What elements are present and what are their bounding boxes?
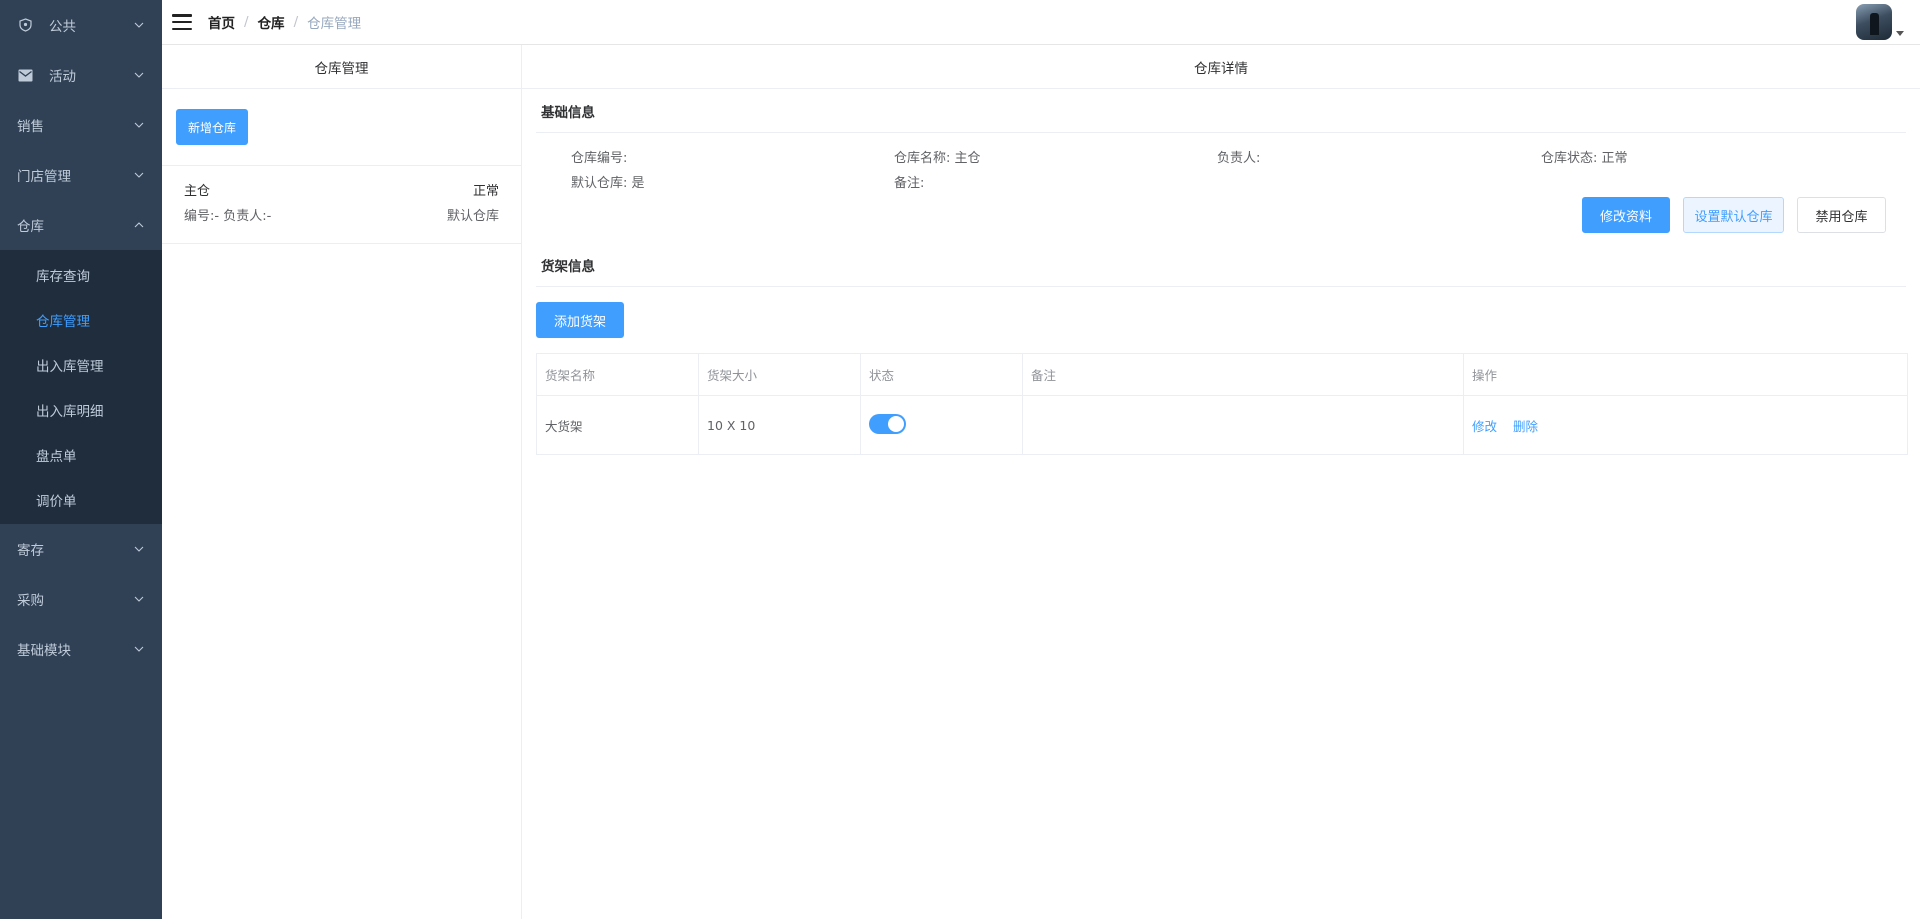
breadcrumb-home[interactable]: 首页 — [208, 12, 235, 32]
shield-icon — [17, 17, 33, 33]
warehouse-submenu: 库存查询 仓库管理 出入库管理 出入库明细 盘点单 调价单 — [0, 250, 162, 524]
sidebar-item-label: 公共 — [49, 19, 76, 35]
submenu-item-stocktake[interactable]: 盘点单 — [0, 432, 162, 477]
field-remark: 备注: — [894, 176, 925, 191]
chevron-down-icon — [134, 120, 144, 130]
column-header-shelf-size: 货架大小 — [698, 353, 861, 396]
chevron-up-icon — [134, 220, 144, 230]
field-warehouse-code: 仓库编号: — [571, 151, 628, 166]
basic-info-grid: 仓库编号: 仓库名称: 主仓 负责人: 仓库状态: 正常 默认仓库: 是 备注:… — [536, 133, 1906, 243]
breadcrumb-separator: / — [293, 14, 299, 30]
mail-icon — [17, 67, 33, 83]
sidebar-item-base-module[interactable]: 基础模块 — [0, 624, 162, 674]
warehouse-detail-panel: 仓库详情 基础信息 仓库编号: 仓库名称: 主仓 负责人: 仓库状态: 正常 默… — [522, 45, 1920, 919]
column-header-shelf-name: 货架名称 — [536, 353, 699, 396]
hamburger-icon[interactable] — [172, 14, 192, 30]
submenu-item-warehouse-management[interactable]: 仓库管理 — [0, 297, 162, 342]
column-header-actions: 操作 — [1463, 353, 1908, 396]
basic-info-title: 基础信息 — [536, 89, 1906, 133]
warehouse-name: 主仓 — [184, 184, 211, 199]
breadcrumb: 首页 / 仓库 / 仓库管理 — [208, 12, 361, 32]
shelf-info-title: 货架信息 — [536, 243, 1906, 287]
sidebar-item-label: 寄存 — [17, 543, 44, 559]
warehouse-list-toolbar: 新增仓库 — [162, 89, 521, 166]
sidebar-item-store[interactable]: 门店管理 — [0, 150, 162, 200]
warehouse-list-panel: 仓库管理 新增仓库 主仓 正常 编号:- 负责人:- 默认仓库 — [162, 45, 522, 919]
cell-remark — [1022, 395, 1464, 455]
caret-down-icon[interactable] — [1896, 31, 1904, 36]
chevron-down-icon — [134, 70, 144, 80]
table-header-row: 货架名称 货架大小 状态 备注 操作 — [536, 353, 1908, 396]
field-default-warehouse: 默认仓库: 是 — [571, 176, 645, 191]
submenu-item-price-adjust[interactable]: 调价单 — [0, 477, 162, 522]
sidebar: 公共 活动 销售 门店管理 仓库 库存查询 仓库管理 出入库管理 出入库明细 盘… — [0, 0, 162, 919]
warehouse-meta: 编号:- 负责人:- — [184, 209, 272, 224]
delete-shelf-link[interactable]: 删除 — [1513, 419, 1538, 434]
cell-status — [860, 395, 1023, 455]
sidebar-item-label: 活动 — [49, 69, 76, 85]
warehouse-detail-title: 仓库详情 — [522, 45, 1920, 89]
cell-actions: 修改 删除 — [1463, 395, 1908, 455]
avatar[interactable] — [1856, 4, 1892, 40]
warehouse-list-title: 仓库管理 — [162, 45, 521, 89]
add-shelf-button[interactable]: 添加货架 — [536, 302, 624, 338]
edit-info-button[interactable]: 修改资料 — [1582, 197, 1670, 233]
chevron-down-icon — [134, 644, 144, 654]
column-header-status: 状态 — [860, 353, 1023, 396]
sidebar-item-label: 销售 — [17, 119, 44, 135]
breadcrumb-separator: / — [244, 14, 249, 30]
shelf-table: 货架名称 货架大小 状态 备注 操作 大货架 10 X 10 修改 删除 — [536, 353, 1908, 455]
field-manager: 负责人: — [1217, 151, 1261, 166]
detail-actions: 修改资料 设置默认仓库 禁用仓库 — [1582, 197, 1886, 233]
chevron-down-icon — [134, 544, 144, 554]
submenu-item-inout-detail[interactable]: 出入库明细 — [0, 387, 162, 432]
field-warehouse-name: 仓库名称: 主仓 — [894, 151, 981, 166]
cell-shelf-size: 10 X 10 — [698, 395, 861, 455]
sidebar-item-deposit[interactable]: 寄存 — [0, 524, 162, 574]
cell-shelf-name: 大货架 — [536, 395, 699, 455]
table-row: 大货架 10 X 10 修改 删除 — [536, 395, 1908, 455]
sidebar-item-sales[interactable]: 销售 — [0, 100, 162, 150]
edit-shelf-link[interactable]: 修改 — [1472, 419, 1497, 434]
user-menu[interactable] — [1856, 4, 1904, 40]
column-header-remark: 备注 — [1022, 353, 1464, 396]
breadcrumb-warehouse[interactable]: 仓库 — [258, 12, 285, 32]
sidebar-item-public[interactable]: 公共 — [0, 0, 162, 50]
sidebar-item-label: 基础模块 — [17, 643, 71, 659]
field-warehouse-status: 仓库状态: 正常 — [1541, 151, 1628, 166]
default-warehouse-tag: 默认仓库 — [446, 209, 499, 224]
warehouse-status: 正常 — [472, 184, 499, 199]
warehouse-list-item[interactable]: 主仓 正常 编号:- 负责人:- 默认仓库 — [162, 166, 521, 244]
topbar: 首页 / 仓库 / 仓库管理 — [162, 0, 1920, 45]
sidebar-item-purchase[interactable]: 采购 — [0, 574, 162, 624]
set-default-warehouse-button[interactable]: 设置默认仓库 — [1683, 197, 1784, 233]
breadcrumb-current: 仓库管理 — [307, 16, 362, 32]
submenu-item-inventory-query[interactable]: 库存查询 — [0, 252, 162, 297]
sidebar-item-label: 采购 — [17, 593, 44, 609]
chevron-down-icon — [134, 594, 144, 604]
add-warehouse-button[interactable]: 新增仓库 — [176, 109, 248, 145]
sidebar-item-label: 仓库 — [17, 219, 44, 235]
sidebar-item-label: 门店管理 — [17, 169, 71, 185]
disable-warehouse-button[interactable]: 禁用仓库 — [1797, 197, 1886, 233]
submenu-item-inout-management[interactable]: 出入库管理 — [0, 342, 162, 387]
chevron-down-icon — [134, 20, 144, 30]
chevron-down-icon — [134, 170, 144, 180]
shelf-toolbar: 添加货架 — [536, 287, 1906, 353]
sidebar-item-warehouse[interactable]: 仓库 — [0, 200, 162, 250]
sidebar-item-activity[interactable]: 活动 — [0, 50, 162, 100]
status-toggle[interactable] — [869, 413, 906, 434]
